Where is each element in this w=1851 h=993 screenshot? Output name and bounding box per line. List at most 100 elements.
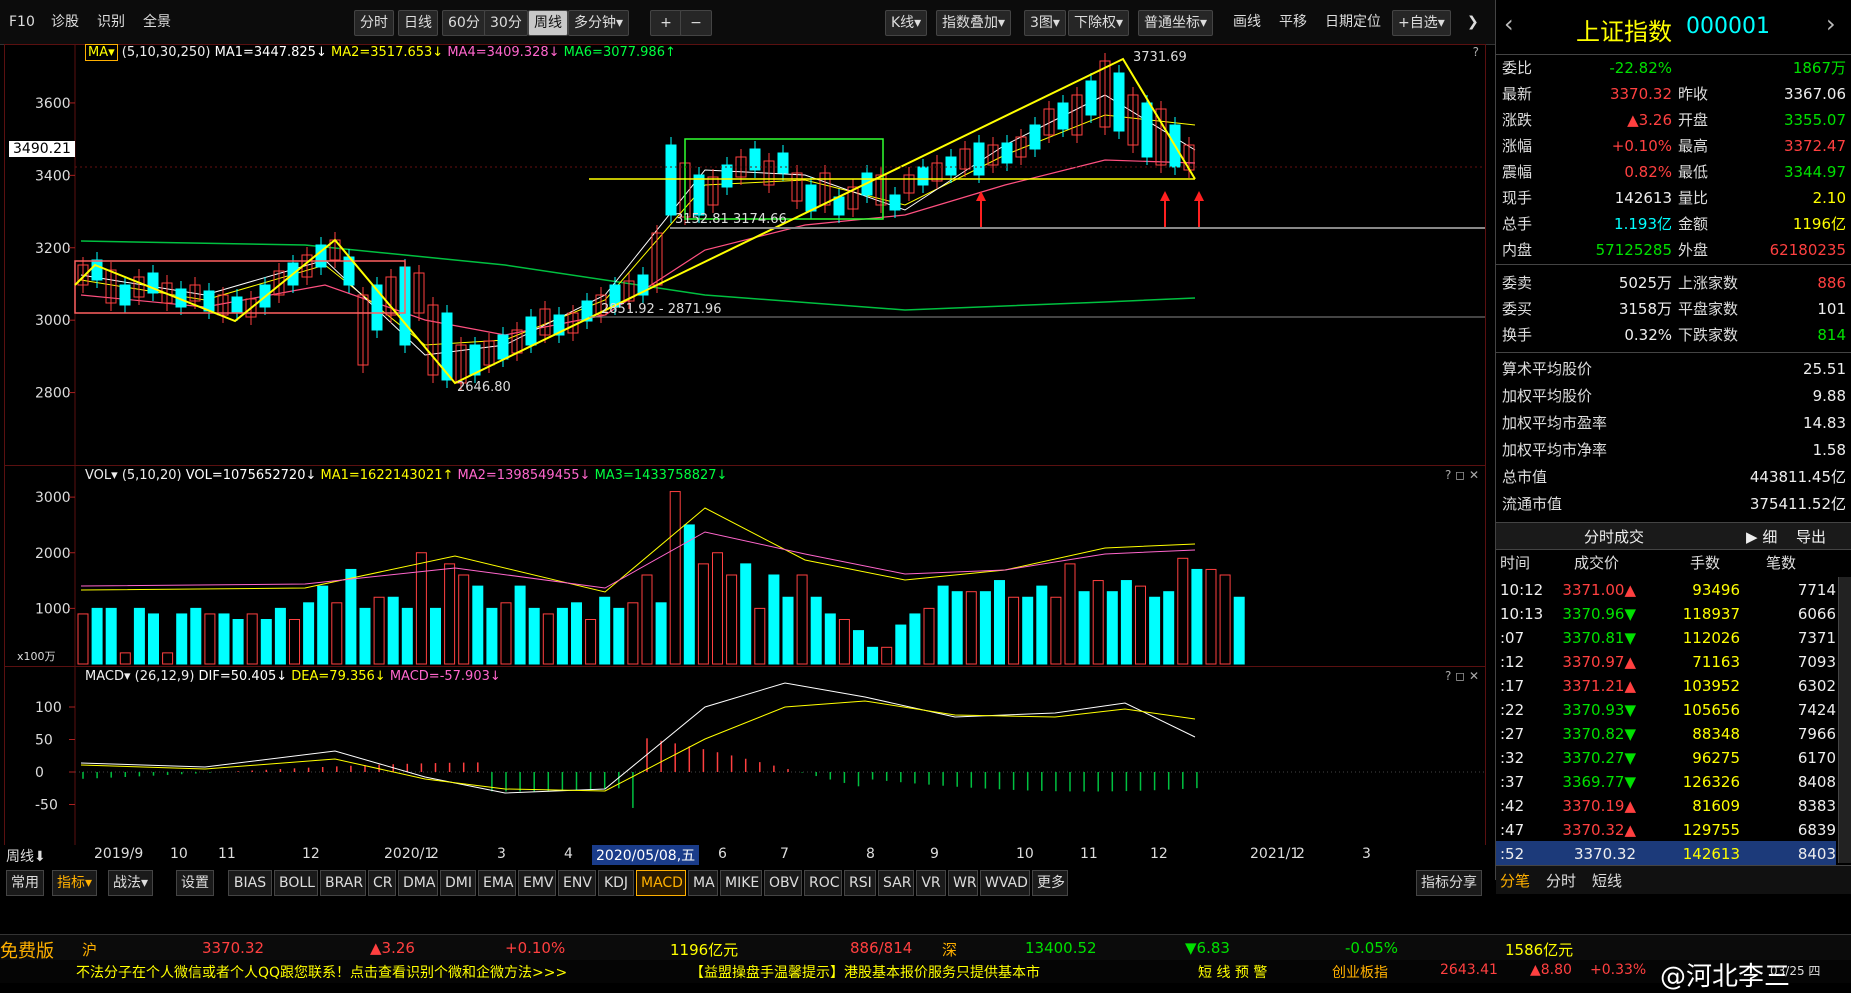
macd-pane[interactable]: MACD▾ (26,12,9) DIF=50.405↓ DEA=79.356↓ … bbox=[4, 666, 1486, 846]
ticks-export-button[interactable]: 导出 bbox=[1796, 526, 1826, 547]
tick-row[interactable]: :32 3370.27▼ 96275 6170 bbox=[1496, 745, 1836, 769]
volume-bar bbox=[1205, 568, 1217, 665]
x-axis-label: 2019/9 bbox=[94, 846, 144, 862]
collapse-panel-icon[interactable]: ❯ bbox=[1462, 10, 1484, 34]
indicator-tab-mike[interactable]: MIKE bbox=[720, 870, 762, 896]
quanjing-button[interactable]: 全景 bbox=[138, 10, 176, 34]
candle bbox=[889, 187, 901, 218]
candle bbox=[637, 267, 649, 303]
period-30min[interactable]: 30分 bbox=[484, 10, 528, 36]
quote-row-right: 最高 3372.47 bbox=[1678, 133, 1846, 159]
indicator-tab-wvad[interactable]: WVAD bbox=[980, 870, 1030, 896]
indicator-tab-rsi[interactable]: RSI bbox=[844, 870, 876, 896]
bottom-tab-2[interactable]: 战法▾ bbox=[108, 870, 154, 896]
x-axis-label: 12 bbox=[302, 846, 320, 862]
tab-duanxian[interactable]: 短线 bbox=[1592, 870, 1622, 891]
period-60min[interactable]: 60分 bbox=[442, 10, 486, 36]
volume-bar bbox=[599, 596, 611, 665]
divider bbox=[1496, 352, 1851, 353]
back-icon[interactable]: ‹ bbox=[1504, 10, 1514, 38]
news-scroll-1[interactable]: 不法分子在个人微信或者个人QQ跟您联系！点击查看识别个微和企微方法>>> bbox=[76, 962, 567, 982]
tick-row[interactable]: :07 3370.81▼ 112026 7371 bbox=[1496, 625, 1836, 649]
f10-button[interactable]: F10 bbox=[4, 10, 40, 34]
candle bbox=[903, 167, 915, 201]
short-alert[interactable]: 短 线 预 警 bbox=[1198, 962, 1267, 982]
bottom-tab-0[interactable]: 常用 bbox=[6, 870, 44, 896]
ticks-scrollbar[interactable] bbox=[1838, 577, 1851, 863]
indicator-tab-bias[interactable]: BIAS bbox=[228, 870, 272, 896]
axis-type-select[interactable]: 普通坐标▾ bbox=[1138, 10, 1214, 36]
tick-row[interactable]: :47 3370.32▲ 129755 6839 bbox=[1496, 817, 1836, 841]
zhengu-button[interactable]: 诊股 bbox=[46, 10, 84, 34]
indicator-tab-brar[interactable]: BRAR bbox=[320, 870, 366, 896]
kline-type-select[interactable]: K线▾ bbox=[885, 10, 928, 36]
tick-row[interactable]: :52 3370.32 142613 8403 bbox=[1496, 841, 1836, 865]
tick-row[interactable]: :17 3371.21▲ 103952 6302 bbox=[1496, 673, 1836, 697]
quote-label: 外盘 bbox=[1678, 241, 1709, 259]
index-overlay-select[interactable]: 指数叠加▾ bbox=[936, 10, 1012, 36]
quote-label: 委比 bbox=[1502, 59, 1533, 77]
tick-volume: 112026 bbox=[1682, 629, 1740, 647]
period-week[interactable]: 周线 bbox=[528, 10, 568, 36]
tick-row[interactable]: :37 3369.77▼ 126326 8408 bbox=[1496, 769, 1836, 793]
ex-rights-select[interactable]: 下除权▾ bbox=[1068, 10, 1130, 36]
period-multi-minute[interactable]: 多分钟▾ bbox=[568, 10, 630, 36]
quote-panel: ‹ 上证指数 000001 › 委比 -22.82% 1867万 最新 3370.32 昨… bbox=[1495, 0, 1851, 894]
draw-line-button[interactable]: 画线 bbox=[1228, 10, 1266, 34]
x-axis-label: 10 bbox=[1016, 846, 1034, 862]
indicator-tab-kdj[interactable]: KDJ bbox=[598, 870, 634, 896]
indicator-tab-dma[interactable]: DMA bbox=[398, 870, 438, 896]
shibie-button[interactable]: 识别 bbox=[92, 10, 130, 34]
period-day[interactable]: 日线 bbox=[398, 10, 438, 36]
indicator-tab-wr[interactable]: WR bbox=[948, 870, 978, 896]
volume-bar bbox=[528, 607, 540, 665]
pan-button[interactable]: 平移 bbox=[1274, 10, 1312, 34]
stat-row: 总市值 443811.45亿 bbox=[1502, 464, 1846, 490]
quote-row-right: 1867万 bbox=[1678, 55, 1846, 81]
quote-label: 涨幅 bbox=[1502, 137, 1533, 155]
date-locate-button[interactable]: 日期定位 bbox=[1320, 10, 1386, 34]
tick-row[interactable]: :22 3370.93▼ 105656 7424 bbox=[1496, 697, 1836, 721]
candle bbox=[847, 179, 859, 217]
tab-fenbi[interactable]: 分笔 bbox=[1500, 870, 1530, 891]
period-fenshi[interactable]: 分时 bbox=[354, 10, 394, 36]
tick-row[interactable]: 10:12 3371.00▲ 93496 7714 bbox=[1496, 577, 1836, 601]
tick-row[interactable]: :27 3370.82▼ 88348 7966 bbox=[1496, 721, 1836, 745]
indicator-tab-ema[interactable]: EMA bbox=[478, 870, 516, 896]
indicator-tab-boll[interactable]: BOLL bbox=[274, 870, 318, 896]
add-watchlist-select[interactable]: +自选▾ bbox=[1392, 10, 1451, 36]
forward-icon[interactable]: › bbox=[1826, 10, 1836, 38]
bottom-tab-1[interactable]: 指标▾ bbox=[52, 870, 98, 896]
indicator-tab-ma[interactable]: MA bbox=[688, 870, 718, 896]
bottom-tab-3[interactable]: 设置 bbox=[176, 870, 214, 896]
indicator-tab-vr[interactable]: VR bbox=[916, 870, 946, 896]
quote-label: 量比 bbox=[1678, 189, 1709, 207]
indicator-tab-更多[interactable]: 更多 bbox=[1032, 870, 1068, 896]
sh-change: ▲3.26 bbox=[370, 939, 415, 957]
tick-price: 3370.19▲ bbox=[1562, 797, 1636, 815]
indicator-share-button[interactable]: 指标分享 bbox=[1416, 870, 1482, 896]
tick-count: 6170 bbox=[1797, 749, 1836, 767]
zoom-out-button[interactable]: − bbox=[680, 10, 712, 36]
tab-fenshi[interactable]: 分时 bbox=[1546, 870, 1576, 891]
tick-row[interactable]: :12 3370.97▲ 71163 7093 bbox=[1496, 649, 1836, 673]
zoom-in-button[interactable]: + bbox=[650, 10, 682, 36]
news-scroll-2[interactable]: 【益盟操盘手温馨提示】港股基本报价服务只提供基本市 bbox=[690, 962, 1040, 982]
stat-row: 算术平均股价 25.51 bbox=[1502, 356, 1846, 382]
indicator-tab-sar[interactable]: SAR bbox=[878, 870, 914, 896]
indicator-tab-roc[interactable]: ROC bbox=[804, 870, 842, 896]
indicator-tab-obv[interactable]: OBV bbox=[764, 870, 802, 896]
volume-pane[interactable]: VOL▾ (5,10,20) VOL=1075652720↓ MA1=16221… bbox=[4, 465, 1486, 667]
indicator-tab-emv[interactable]: EMV bbox=[518, 870, 556, 896]
chart-count-select[interactable]: 3图▾ bbox=[1024, 10, 1066, 36]
quote-value: 3355.07 bbox=[1783, 111, 1846, 129]
indicator-tab-cr[interactable]: CR bbox=[368, 870, 396, 896]
tick-row[interactable]: :42 3370.19▲ 81609 8383 bbox=[1496, 793, 1836, 817]
indicator-tab-dmi[interactable]: DMI bbox=[440, 870, 476, 896]
indicator-tab-env[interactable]: ENV bbox=[558, 870, 596, 896]
indicator-tab-macd[interactable]: MACD bbox=[636, 870, 686, 896]
kline-pane[interactable]: MA▾ (5,10,30,250) MA1=3447.825↓ MA2=3517… bbox=[4, 44, 1486, 466]
tick-row[interactable]: 10:13 3370.96▼ 118937 6066 bbox=[1496, 601, 1836, 625]
ticks-detail-button[interactable]: ▶ 细 bbox=[1746, 526, 1777, 547]
period-label[interactable]: 周线⬇ bbox=[6, 846, 46, 866]
